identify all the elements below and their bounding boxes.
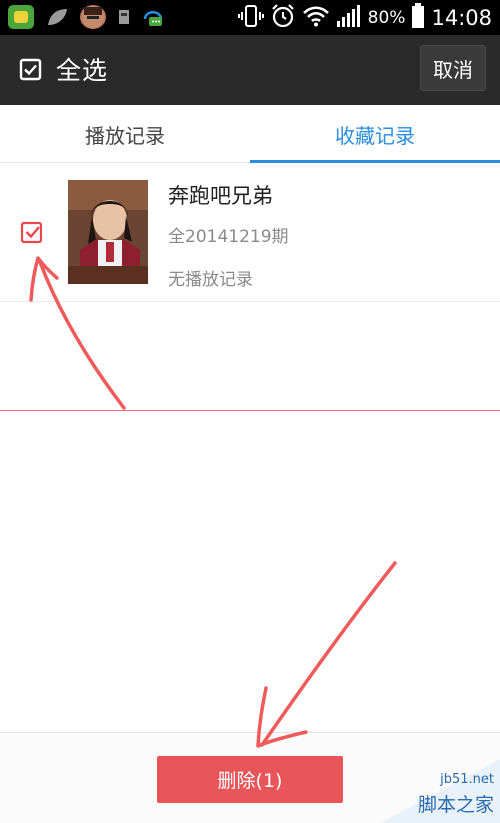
status-bar: 80% 14:08 xyxy=(0,0,500,35)
item-checkbox-checked-icon[interactable] xyxy=(20,220,46,246)
list-item[interactable]: 奔跑吧兄弟 全20141219期 无播放记录 xyxy=(0,164,500,302)
tab-bar: 播放记录 收藏记录 xyxy=(0,105,500,163)
notification-icons xyxy=(8,5,164,29)
clock-time: 14:08 xyxy=(431,6,492,30)
signal-icon xyxy=(336,4,362,32)
video-thumbnail xyxy=(68,180,148,284)
usb-icon xyxy=(116,5,132,29)
chat-headset-icon xyxy=(142,5,164,29)
select-all-title[interactable]: 全选 xyxy=(56,51,108,87)
action-bar: 全选 取消 xyxy=(0,35,500,105)
active-tab-indicator xyxy=(250,160,500,163)
tab-play-history[interactable]: 播放记录 xyxy=(0,105,250,163)
watermark-url: jb51.net xyxy=(440,772,494,787)
system-status: 80% 14:08 xyxy=(237,3,492,33)
alarm-icon xyxy=(270,3,296,33)
arrow-to-delete xyxy=(260,561,397,747)
tab-favorites[interactable]: 收藏记录 xyxy=(250,105,500,163)
select-all-checkbox-icon[interactable] xyxy=(18,56,44,84)
delete-button[interactable]: 删除(1) xyxy=(157,756,343,803)
item-title: 奔跑吧兄弟 xyxy=(168,184,273,208)
wifi-icon xyxy=(302,4,330,32)
avatar-notification-icon xyxy=(80,5,106,29)
watermark-text: 脚本之家 xyxy=(417,794,494,816)
cancel-button[interactable]: 取消 xyxy=(420,45,486,91)
site-watermark: jb51.net 脚本之家 xyxy=(380,759,500,823)
app-notification-icon xyxy=(8,5,34,29)
vibrate-icon xyxy=(237,3,264,33)
battery-icon xyxy=(411,3,425,33)
battery-percent: 80% xyxy=(367,8,406,28)
item-episode: 全20141219期 xyxy=(168,227,289,247)
leaf-icon xyxy=(44,5,70,29)
divider-line xyxy=(0,410,500,411)
item-play-status: 无播放记录 xyxy=(168,270,253,290)
